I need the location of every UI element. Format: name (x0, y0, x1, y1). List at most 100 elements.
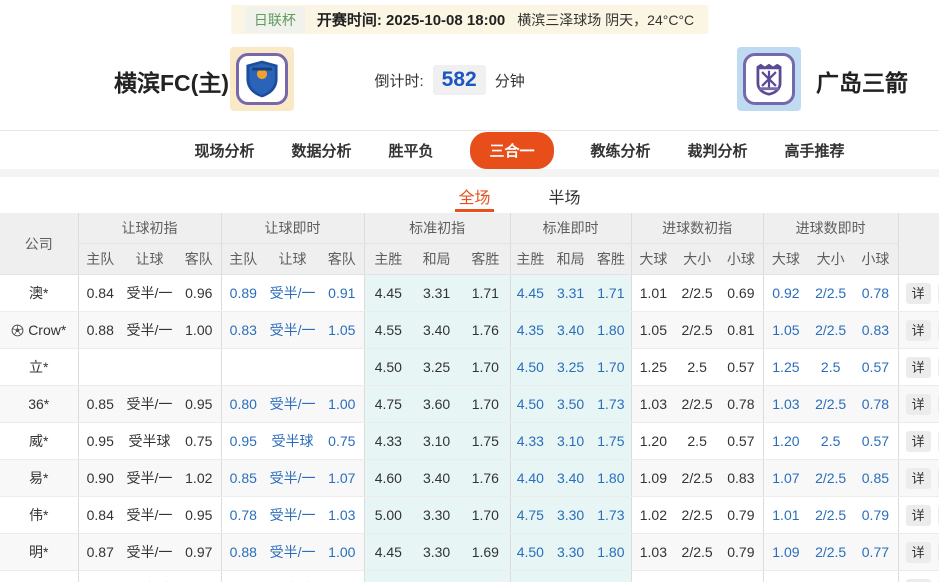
group-header-handicap_live: 让球即时 (221, 213, 364, 244)
nav-tab-1[interactable]: 现场分析 (194, 140, 254, 161)
odds-cell-handicap_live-1: 0.88 (221, 534, 265, 571)
odds-cell-handicap_initial-3: 0.95 (177, 386, 221, 423)
odds-cell-handicap_live-3: 1.07 (320, 460, 364, 497)
nav-tab-6[interactable]: 裁判分析 (688, 140, 748, 161)
odds-cell-goals_live-2: 2/2.5 (808, 312, 853, 349)
company-cell: 伟* (0, 497, 78, 534)
odds-cell-handicap_live-2: 受半/一 (265, 497, 320, 534)
actions-cell: 详 (898, 497, 939, 534)
group-header-euro_initial: 标准初指 (364, 213, 510, 244)
odds-cell-handicap_initial-2: 受半球 (122, 423, 177, 460)
nav-tab-5[interactable]: 教练分析 (591, 140, 651, 161)
odds-cell-goals_initial-3: 0.81 (719, 312, 763, 349)
countdown-label: 倒计时: (375, 70, 424, 91)
odds-cell-handicap_live-1: 0.85 (221, 460, 265, 497)
group-header-handicap_initial: 让球初指 (78, 213, 221, 244)
odds-cell-handicap_live-1 (221, 349, 265, 386)
nav-tab-3[interactable]: 胜平负 (388, 140, 433, 161)
odds-cell-goals_live-2: 2.5 (808, 423, 853, 460)
odds-cell-euro_live-1: 4.60 (510, 571, 550, 582)
odds-cell-handicap_live-3 (320, 349, 364, 386)
detail-button[interactable]: 详 (906, 468, 931, 489)
odds-cell-euro_initial-2: 3.40 (412, 460, 461, 497)
company-cell: 威* (0, 423, 78, 460)
odds-cell-euro_initial-3: 1.76 (461, 312, 510, 349)
odds-cell-euro_live-2: 3.50 (550, 386, 591, 423)
odds-cell-handicap_live-1: 0.95 (221, 571, 265, 582)
scope-tab-1[interactable]: 全场 (455, 177, 493, 212)
soccer-ball-icon (11, 324, 24, 337)
sub-header-goals_initial-2: 大小 (675, 244, 719, 275)
company-cell: 易* (0, 460, 78, 497)
odds-cell-euro_initial-3: 1.69 (461, 534, 510, 571)
scope-tab-2[interactable]: 半场 (546, 177, 584, 212)
detail-button[interactable]: 详 (906, 579, 931, 582)
odds-cell-goals_initial-1: 1.20 (631, 423, 675, 460)
odds-cell-handicap_initial-3: 0.70 (177, 571, 221, 582)
odds-cell-handicap_initial-3: 0.96 (177, 275, 221, 312)
company-name: 威* (29, 433, 48, 449)
odds-cell-handicap_initial-2: 受半/一 (122, 534, 177, 571)
odds-cell-euro_live-2: 3.25 (550, 571, 591, 582)
odds-cell-goals_initial-2: 2.5 (675, 571, 719, 582)
detail-button[interactable]: 详 (906, 320, 931, 341)
sub-header-handicap_initial-3: 客队 (177, 244, 221, 275)
company-name: 立* (29, 359, 48, 375)
odds-cell-handicap_initial-1: 0.84 (78, 497, 122, 534)
company-cell: 明* (0, 534, 78, 571)
sub-header-goals_initial-3: 小球 (719, 244, 763, 275)
scope-tabs: 全场 半场 (0, 177, 939, 212)
countdown: 倒计时: 582 分钟 (375, 40, 675, 120)
group-header-euro_live: 标准即时 (510, 213, 631, 244)
home-team-name: 横滨FC(主) (114, 64, 229, 98)
actions-cell: 详 (898, 423, 939, 460)
odds-cell-handicap_live-3: 0.91 (320, 275, 364, 312)
group-header-goals_initial: 进球数初指 (631, 213, 763, 244)
odds-cell-euro_live-2: 3.10 (550, 423, 591, 460)
league-badge: 日联杯 (245, 7, 305, 33)
odds-cell-handicap_initial-2: 受半/一 (122, 460, 177, 497)
odds-cell-euro_live-3: 1.73 (591, 386, 631, 423)
odds-cell-euro_initial-2: 3.30 (412, 497, 461, 534)
odds-cell-handicap_initial-1: 0.84 (78, 275, 122, 312)
odds-cell-euro_live-1: 4.45 (510, 275, 550, 312)
odds-cell-goals_live-1: 0.92 (763, 275, 808, 312)
odds-row-8: 明*0.87受半/一0.970.88受半/一1.004.453.301.694.… (0, 534, 939, 571)
odds-cell-goals_initial-1: 1.03 (631, 534, 675, 571)
odds-cell-goals_live-1: 1.20 (763, 571, 808, 582)
odds-cell-handicap_initial-1: 0.90 (78, 460, 122, 497)
detail-button[interactable]: 详 (906, 431, 931, 452)
odds-cell-euro_initial-3: 1.70 (461, 349, 510, 386)
detail-button[interactable]: 详 (906, 542, 931, 563)
odds-row-4: 36*0.85受半/一0.950.80受半/一1.004.753.601.704… (0, 386, 939, 423)
odds-row-2: Crow*0.88受半/一1.000.83受半/一1.054.553.401.7… (0, 312, 939, 349)
nav-tab-4[interactable]: 三合一 (470, 132, 553, 169)
odds-cell-goals_live-3: 0.77 (853, 534, 898, 571)
nav-tab-2[interactable]: 数据分析 (291, 140, 351, 161)
odds-cell-euro_live-3: 1.80 (591, 571, 631, 582)
odds-table: 公司让球初指让球即时标准初指标准即时进球数初指进球数即时主队让球客队主队让球客队… (0, 213, 939, 582)
detail-button[interactable]: 详 (906, 357, 931, 378)
odds-cell-euro_initial-2: 3.25 (412, 571, 461, 582)
odds-table-body: 澳*0.84受半/一0.960.89受半/一0.914.453.311.714.… (0, 275, 939, 582)
odds-cell-goals_live-2: 2/2.5 (808, 386, 853, 423)
detail-button[interactable]: 详 (906, 505, 931, 526)
odds-cell-goals_initial-2: 2/2.5 (675, 312, 719, 349)
odds-cell-goals_live-2: 2/2.5 (808, 275, 853, 312)
actions-cell: 详 (898, 460, 939, 497)
sub-header-euro_live-1: 主胜 (510, 244, 550, 275)
odds-cell-goals_initial-2: 2.5 (675, 423, 719, 460)
detail-button[interactable]: 详 (906, 394, 931, 415)
odds-cell-handicap_live-2: 受半/一 (265, 312, 320, 349)
odds-cell-handicap_live-3: 0.75 (320, 423, 364, 460)
nav-tab-7[interactable]: 高手推荐 (785, 140, 845, 161)
odds-cell-goals_initial-1: 1.09 (631, 460, 675, 497)
venue-weather: 横滨三泽球场 阴天，24°C°C (517, 10, 694, 30)
odds-cell-euro_live-2: 3.30 (550, 497, 591, 534)
odds-cell-handicap_live-3: 1.05 (320, 312, 364, 349)
odds-cell-goals_initial-3: 0.79 (719, 497, 763, 534)
actions-cell: 详 (898, 571, 939, 582)
detail-button[interactable]: 详 (906, 283, 931, 304)
odds-cell-handicap_live-2: 受半球 (265, 423, 320, 460)
odds-cell-goals_live-3: 0.57 (853, 349, 898, 386)
